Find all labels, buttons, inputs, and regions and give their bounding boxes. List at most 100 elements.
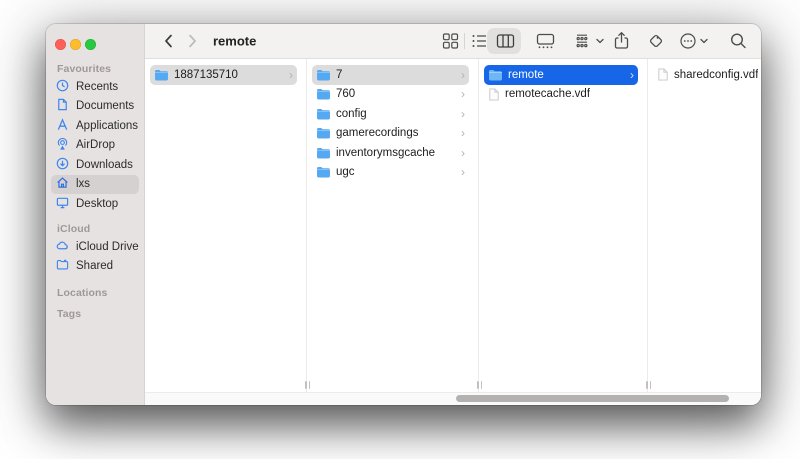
folder-icon <box>316 127 331 139</box>
sidebar-item-airdrop[interactable]: AirDrop <box>51 136 139 156</box>
sidebar-section-icloud: iCloud <box>57 223 90 235</box>
sidebar-item-lxs[interactable]: lxs <box>51 175 139 195</box>
item-name: 1887135710 <box>174 69 238 81</box>
document-icon <box>56 98 69 114</box>
gallery-view-button[interactable] <box>536 33 555 50</box>
folder-icon <box>154 69 169 81</box>
item-name: ugc <box>336 166 355 178</box>
folder-row-inventorymsgcache[interactable]: inventorymsgcache <box>312 143 469 163</box>
sidebar-section-tags: Tags <box>57 308 81 320</box>
chevron-right-icon <box>457 108 465 120</box>
search-button[interactable] <box>730 33 747 50</box>
folder-row-7[interactable]: 7 <box>312 65 469 85</box>
sidebar-item-label: iCloud Drive <box>76 241 139 253</box>
folder-row-config[interactable]: config <box>312 104 469 124</box>
back-button[interactable] <box>163 34 174 49</box>
finder-window: Favourites Recents Documents Application… <box>46 24 761 405</box>
item-name: 760 <box>336 88 355 100</box>
more-button[interactable] <box>679 32 708 50</box>
sidebar-section-locations: Locations <box>57 287 108 299</box>
cloud-icon <box>56 239 69 255</box>
sidebar: Favourites Recents Documents Application… <box>46 24 145 405</box>
search-icon <box>730 33 747 50</box>
item-name: remotecache.vdf <box>505 88 590 100</box>
horizontal-scrollbar-track[interactable] <box>145 392 761 405</box>
sidebar-item-downloads[interactable]: Downloads <box>51 155 139 175</box>
chevron-right-icon <box>626 69 634 81</box>
downloads-icon <box>56 157 69 173</box>
column-resize-handle[interactable] <box>645 381 652 389</box>
sidebar-item-label: Downloads <box>76 159 133 171</box>
chevron-right-icon <box>457 147 465 159</box>
share-icon <box>613 32 630 51</box>
item-name: sharedconfig.vdf <box>674 69 758 81</box>
chevron-right-icon <box>457 127 465 139</box>
chevron-right-icon <box>187 34 198 49</box>
sidebar-item-icloud-drive[interactable]: iCloud Drive <box>51 237 139 257</box>
sidebar-favourites-list: Recents Documents Applications AirDrop D… <box>46 77 144 214</box>
gallery-view-icon <box>536 33 555 50</box>
group-icon <box>575 33 593 49</box>
column-view-icon <box>496 33 515 49</box>
traffic-lights <box>55 39 96 50</box>
column-resize-handle[interactable] <box>476 381 483 389</box>
close-button[interactable] <box>55 39 66 50</box>
list-view-button[interactable] <box>471 33 488 50</box>
item-name: config <box>336 108 367 120</box>
sidebar-item-label: AirDrop <box>76 139 115 151</box>
folder-row-remote[interactable]: remote <box>484 65 638 85</box>
group-button[interactable] <box>575 33 604 49</box>
chevron-left-icon <box>163 34 174 49</box>
sidebar-item-desktop[interactable]: Desktop <box>51 194 139 214</box>
item-name: 7 <box>336 69 342 81</box>
folder-icon <box>316 108 331 120</box>
file-row-sharedconfig[interactable]: sharedconfig.vdf <box>653 65 761 85</box>
sidebar-icloud-list: iCloud Drive Shared <box>46 237 144 276</box>
item-name: inventorymsgcache <box>336 147 435 159</box>
icon-view-icon <box>442 33 459 50</box>
folder-icon <box>488 69 503 81</box>
clock-icon <box>56 79 69 95</box>
folder-icon <box>316 88 331 100</box>
folder-icon <box>316 166 331 178</box>
folder-row-1887135710[interactable]: 1887135710 <box>150 65 297 85</box>
sidebar-item-label: Desktop <box>76 198 118 210</box>
column-2: 7 760 config gamerecordings <box>307 59 479 392</box>
file-icon <box>657 68 669 81</box>
column-4: sharedconfig.vdf <box>648 59 761 392</box>
window-title: remote <box>213 34 256 49</box>
applications-icon <box>56 118 69 134</box>
forward-button[interactable] <box>187 34 198 49</box>
zoom-button[interactable] <box>85 39 96 50</box>
sidebar-item-label: Shared <box>76 260 113 272</box>
column-view-button[interactable] <box>496 33 515 49</box>
main-area: remote <box>145 24 761 405</box>
icon-view-button[interactable] <box>442 33 459 50</box>
item-name: remote <box>508 69 544 81</box>
sidebar-item-recents[interactable]: Recents <box>51 77 139 97</box>
sidebar-item-applications[interactable]: Applications <box>51 116 139 136</box>
column-1: 1887135710 <box>145 59 307 392</box>
minimize-button[interactable] <box>70 39 81 50</box>
desktop-icon <box>56 196 69 212</box>
chevron-down-icon <box>596 38 604 44</box>
sidebar-section-favourites: Favourites <box>57 63 111 75</box>
item-name: gamerecordings <box>336 127 418 139</box>
folder-row-ugc[interactable]: ugc <box>312 163 469 183</box>
list-view-icon <box>471 33 488 50</box>
chevron-down-icon <box>700 38 708 44</box>
column-resize-handle[interactable] <box>304 381 311 389</box>
share-button[interactable] <box>613 32 630 51</box>
folder-row-760[interactable]: 760 <box>312 85 469 105</box>
folder-row-gamerecordings[interactable]: gamerecordings <box>312 124 469 144</box>
folder-icon <box>316 69 331 81</box>
toolbar: remote <box>145 24 761 59</box>
sidebar-item-label: Applications <box>76 120 138 132</box>
column-view: 1887135710 7 760 config <box>145 59 761 392</box>
sidebar-item-shared[interactable]: Shared <box>51 257 139 277</box>
tags-button[interactable] <box>647 32 665 50</box>
horizontal-scrollbar-thumb[interactable] <box>456 395 729 402</box>
file-row-remotecache[interactable]: remotecache.vdf <box>484 85 638 105</box>
chevron-right-icon <box>457 88 465 100</box>
sidebar-item-documents[interactable]: Documents <box>51 97 139 117</box>
